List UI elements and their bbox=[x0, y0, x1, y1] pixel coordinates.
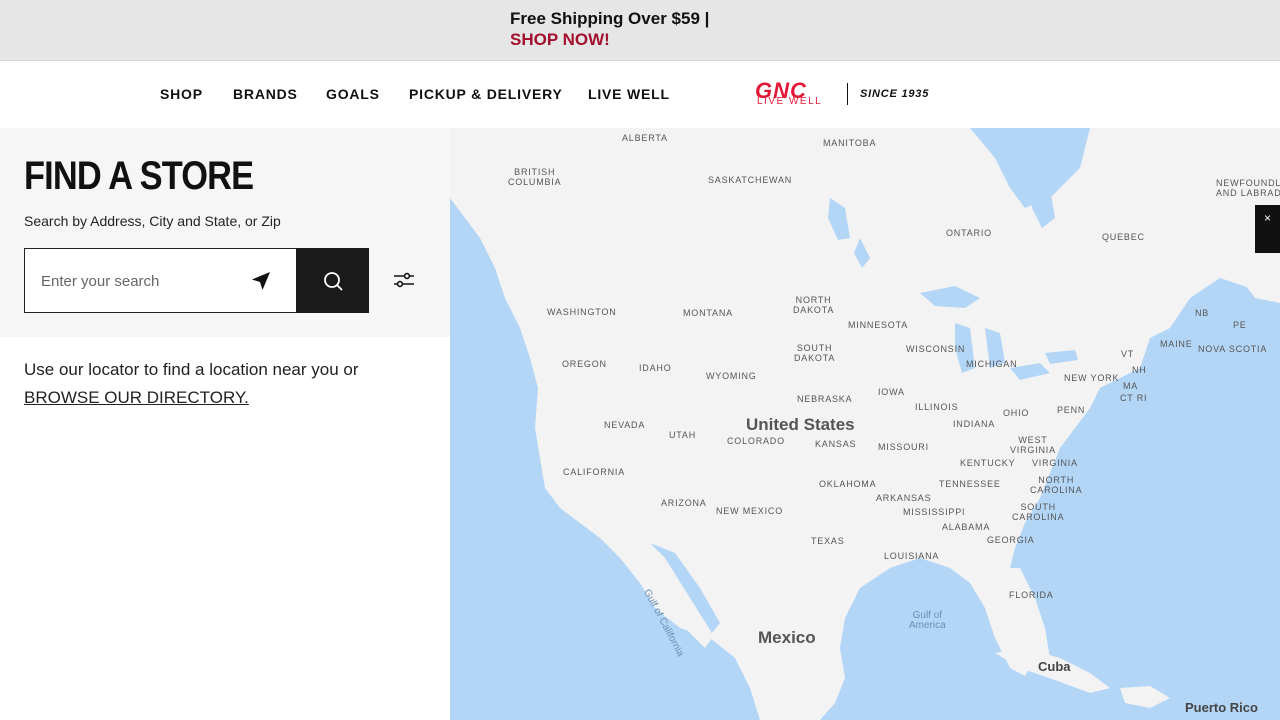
map-label-penn: PENN bbox=[1057, 405, 1086, 415]
map-label-south-carolina: SOUTH CAROLINA bbox=[1012, 502, 1065, 522]
browse-directory-link[interactable]: BROWSE OUR DIRECTORY. bbox=[24, 384, 249, 412]
promo-shop-now-link[interactable]: SHOP NOW! bbox=[510, 30, 610, 50]
map-label-north-carolina: NORTH CAROLINA bbox=[1030, 475, 1083, 495]
map-label-newfoundland: NEWFOUNDL AND LABRAD bbox=[1216, 178, 1280, 198]
map-label-new-mexico: NEW MEXICO bbox=[716, 506, 784, 516]
map-label-mexico: Mexico bbox=[758, 628, 816, 647]
map-label-maine: MAINE bbox=[1160, 339, 1193, 349]
map-label-alberta: ALBERTA bbox=[622, 133, 668, 143]
nav-item-goals[interactable]: GOALS bbox=[326, 86, 380, 102]
map-label-minnesota: MINNESOTA bbox=[848, 320, 909, 330]
page-title: FIND A STORE bbox=[24, 154, 254, 198]
map-label-illinois: ILLINOIS bbox=[915, 402, 959, 412]
map-label-mississippi: MISSISSIPPI bbox=[903, 507, 966, 517]
locator-text-block: Use our locator to find a location near … bbox=[24, 356, 434, 412]
find-store-panel: FIND A STORE Search by Address, City and… bbox=[0, 128, 450, 337]
logo-tagline: LIVE WELL bbox=[757, 96, 823, 107]
search-box bbox=[24, 248, 297, 313]
nav-item-live-well[interactable]: LIVE WELL bbox=[588, 86, 670, 102]
map-label-quebec: QUEBEC bbox=[1102, 232, 1145, 242]
map-label-tennessee: TENNESSEE bbox=[939, 479, 1001, 489]
promo-bar: Free Shipping Over $59 | SHOP NOW! bbox=[0, 0, 1280, 61]
sliders-filter-icon[interactable] bbox=[392, 270, 416, 290]
map-label-missouri: MISSOURI bbox=[878, 442, 929, 452]
map-label-idaho: IDAHO bbox=[639, 363, 672, 373]
map-label-california: CALIFORNIA bbox=[563, 467, 626, 477]
map-label-gulf-of-america: Gulf of America bbox=[909, 610, 946, 631]
map-label-iowa: IOWA bbox=[878, 387, 905, 397]
map-label-ontario: ONTARIO bbox=[946, 228, 992, 238]
map-label-louisiana: LOUISIANA bbox=[884, 551, 940, 561]
map-label-virginia: VIRGINIA bbox=[1032, 458, 1078, 468]
map-label-washington: WASHINGTON bbox=[547, 307, 617, 317]
nav-item-pickup-delivery[interactable]: PICKUP & DELIVERY bbox=[409, 86, 563, 102]
map-label-nova-scotia: NOVA SCOTIA bbox=[1198, 344, 1268, 354]
map-label-colorado: COLORADO bbox=[727, 436, 785, 446]
map-label-kentucky: KENTUCKY bbox=[960, 458, 1016, 468]
map-label-united-states: United States bbox=[746, 415, 855, 434]
map-label-michigan: MICHIGAN bbox=[966, 359, 1018, 369]
map-label-arizona: ARIZONA bbox=[661, 498, 707, 508]
nav-item-shop[interactable]: SHOP bbox=[160, 86, 203, 102]
map-label-wyoming: WYOMING bbox=[706, 371, 757, 381]
map-label-north-dakota: NORTH DAKOTA bbox=[793, 295, 835, 315]
map-label-texas: TEXAS bbox=[811, 536, 845, 546]
map-label-alabama: ALABAMA bbox=[942, 522, 991, 532]
logo-divider bbox=[847, 83, 848, 105]
map-label-south-dakota: SOUTH DAKOTA bbox=[794, 343, 836, 363]
search-button[interactable] bbox=[296, 248, 369, 313]
store-map[interactable]: ALBERTA MANITOBA BRITISH COLUMBIA SASKAT… bbox=[450, 128, 1280, 720]
map-label-arkansas: ARKANSAS bbox=[876, 493, 932, 503]
map-label-saskatchewan: SASKATCHEWAN bbox=[708, 175, 793, 185]
map-label-indiana: INDIANA bbox=[953, 419, 996, 429]
map-label-puerto-rico: Puerto Rico bbox=[1185, 700, 1258, 715]
map-label-kansas: KANSAS bbox=[815, 439, 857, 449]
map-label-montana: MONTANA bbox=[683, 308, 733, 318]
map-label-pe: PE bbox=[1233, 320, 1247, 330]
map-label-nb: NB bbox=[1195, 308, 1210, 318]
map-label-ct-ri: CT RI bbox=[1120, 393, 1148, 403]
close-icon: × bbox=[1263, 211, 1271, 225]
logo-since: SINCE 1935 bbox=[860, 88, 930, 100]
search-instructions: Search by Address, City and State, or Zi… bbox=[24, 213, 281, 229]
map-land-shapes bbox=[450, 128, 1280, 720]
search-icon bbox=[323, 271, 342, 290]
map-label-vt: VT bbox=[1121, 349, 1135, 359]
gnc-logo[interactable]: GNC LIVE WELL SINCE 1935 bbox=[755, 80, 928, 111]
map-label-georgia: GEORGIA bbox=[987, 535, 1035, 545]
locator-description: Use our locator to find a location near … bbox=[24, 360, 359, 379]
map-label-oklahoma: OKLAHOMA bbox=[819, 479, 877, 489]
map-label-nh: NH bbox=[1132, 365, 1147, 375]
map-label-cuba: Cuba bbox=[1038, 659, 1071, 674]
map-label-nevada: NEVADA bbox=[604, 420, 646, 430]
map-label-manitoba: MANITOBA bbox=[823, 138, 877, 148]
map-label-nebraska: NEBRASKA bbox=[797, 394, 853, 404]
map-label-ma: MA bbox=[1123, 381, 1139, 391]
map-label-ohio: OHIO bbox=[1003, 408, 1030, 418]
map-label-oregon: OREGON bbox=[562, 359, 607, 369]
map-label-british-columbia: BRITISH COLUMBIA bbox=[508, 167, 562, 187]
navigation-arrow-icon[interactable] bbox=[251, 271, 271, 291]
map-label-west-virginia: WEST VIRGINIA bbox=[1010, 435, 1056, 455]
search-input[interactable] bbox=[41, 269, 241, 293]
map-label-wisconsin: WISCONSIN bbox=[906, 344, 966, 354]
promo-free-shipping: Free Shipping Over $59 | bbox=[510, 9, 710, 28]
nav-item-brands[interactable]: BRANDS bbox=[233, 86, 298, 102]
main-nav: SHOP BRANDS GOALS PICKUP & DELIVERY LIVE… bbox=[0, 61, 1280, 128]
map-label-new-york: NEW YORK bbox=[1064, 373, 1120, 383]
map-label-florida: FLORIDA bbox=[1009, 590, 1054, 600]
map-label-utah: UTAH bbox=[669, 430, 697, 440]
map-close-button[interactable]: × bbox=[1255, 205, 1280, 253]
